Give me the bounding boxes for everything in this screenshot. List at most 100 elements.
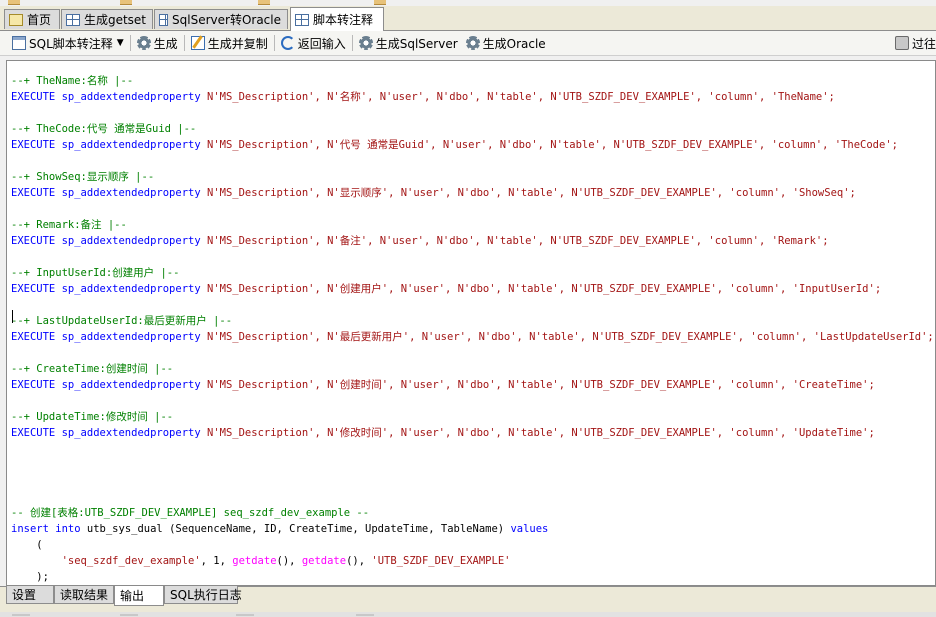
code-keyword: EXECUTE xyxy=(11,331,56,343)
toolbar-separator xyxy=(351,35,353,51)
generate-oracle-button[interactable]: 生成Oracle xyxy=(462,32,550,54)
caret-down-icon: ▼ xyxy=(116,38,124,48)
code-comment: --+ Remark:备注 |-- xyxy=(11,219,127,231)
tab-read-results-label: 读取结果 xyxy=(60,588,109,602)
code-comment: --+ InputUserId:创建用户 |-- xyxy=(11,267,180,279)
filter-button-label: 过往 xyxy=(911,36,936,51)
code-procedure: sp_addextendedproperty xyxy=(61,427,201,439)
code-function: getdate xyxy=(232,555,277,567)
bottom-strip xyxy=(0,612,936,617)
code-close-paren: ); xyxy=(11,571,49,583)
code-args: N'MS_Description', N'创建用户', N'user', N'd… xyxy=(200,283,882,295)
edit-icon xyxy=(190,36,205,50)
grid-icon xyxy=(295,13,309,26)
back-to-input-button[interactable]: 返回输入 xyxy=(277,32,350,54)
code-args: N'MS_Description', N'名称', N'user', N'dbo… xyxy=(200,91,835,103)
code-keyword: EXECUTE xyxy=(11,187,56,199)
code-procedure: sp_addextendedproperty xyxy=(61,139,201,151)
text-cursor xyxy=(12,310,13,323)
table-icon xyxy=(12,36,26,50)
mode-dropdown-label: SQL脚本转注释 xyxy=(29,36,113,51)
document-tab-bar: 首页 生成getset SqlServer转Oracle 脚本转注释 xyxy=(0,6,936,31)
code-string: 'seq_szdf_dev_example' xyxy=(61,555,201,567)
undo-icon xyxy=(280,36,295,50)
tab-sqlserver-to-oracle[interactable]: SqlServer转Oracle xyxy=(154,9,288,29)
code-args: N'MS_Description', N'最后更新用户', N'user', N… xyxy=(200,331,934,343)
code-keyword: EXECUTE xyxy=(11,427,56,439)
code-args: N'MS_Description', N'备注', N'user', N'dbo… xyxy=(200,235,829,247)
generate-sqlserver-button[interactable]: 生成SqlServer xyxy=(355,32,462,54)
code-args: N'MS_Description', N'创建时间', N'user', N'd… xyxy=(200,379,875,391)
code-string: 'UTB_SZDF_DEV_EXAMPLE' xyxy=(371,555,511,567)
toolbar: SQL脚本转注释 ▼ 生成 生成并复制 返回输入 生成SqlServer 生成O… xyxy=(0,31,936,56)
tab-sqlserver-to-oracle-label: SqlServer转Oracle xyxy=(172,13,281,27)
generate-button-label: 生成 xyxy=(153,36,178,51)
generate-copy-button[interactable]: 生成并复制 xyxy=(187,32,272,54)
code-keyword: into xyxy=(55,523,81,535)
gear-icon xyxy=(465,36,480,50)
bottom-tab-bar: 设置 读取结果 输出 SQL执行日志 xyxy=(0,586,936,617)
output-editor[interactable]: --+ TheName:名称 |-- EXECUTE sp_addextende… xyxy=(6,60,936,586)
code-procedure: sp_addextendedproperty xyxy=(61,91,201,103)
code-comment: -- 创建[表格:UTB_SZDF_DEV_EXAMPLE] seq_szdf_… xyxy=(11,507,370,519)
tab-script-to-comment[interactable]: 脚本转注释 xyxy=(290,7,384,31)
code-comment: --+ UpdateTime:修改时间 |-- xyxy=(11,411,174,423)
tab-sql-log[interactable]: SQL执行日志 xyxy=(164,586,242,604)
code-keyword: insert xyxy=(11,523,49,535)
gear-icon xyxy=(136,36,151,50)
code-comment: --+ ShowSeq:显示顺序 |-- xyxy=(11,171,155,183)
code-insert-target: utb_sys_dual (SequenceName, ID, CreateTi… xyxy=(80,523,511,535)
code-open-paren: ( xyxy=(11,539,43,551)
tab-generate-getset-label: 生成getset xyxy=(83,13,146,27)
toolbar-separator xyxy=(183,35,185,51)
code-punct: (), xyxy=(276,555,302,567)
home-icon xyxy=(9,13,23,26)
tab-script-to-comment-label: 脚本转注释 xyxy=(313,13,374,27)
code-procedure: sp_addextendedproperty xyxy=(61,235,201,247)
code-comment: --+ LastUpdateUserId:最后更新用户 |-- xyxy=(11,315,233,327)
gear-icon xyxy=(358,36,373,50)
code-comment: --+ CreateTime:创建时间 |-- xyxy=(11,363,174,375)
code-text: --+ TheName:名称 |-- EXECUTE sp_addextende… xyxy=(11,73,934,585)
tab-output-label: 输出 xyxy=(120,589,145,603)
code-keyword: EXECUTE xyxy=(11,379,56,391)
code-procedure: sp_addextendedproperty xyxy=(61,283,201,295)
code-comment: --+ TheCode:代号 通常是Guid |-- xyxy=(11,123,197,135)
tab-sql-log-label: SQL执行日志 xyxy=(170,588,242,602)
tab-read-results[interactable]: 读取结果 xyxy=(54,586,114,604)
generate-sqlserver-button-label: 生成SqlServer xyxy=(375,36,458,51)
generate-oracle-button-label: 生成Oracle xyxy=(482,36,546,51)
code-procedure: sp_addextendedproperty xyxy=(61,331,201,343)
generate-copy-button-label: 生成并复制 xyxy=(207,36,268,51)
tab-output[interactable]: 输出 xyxy=(114,586,164,606)
tab-home-label: 首页 xyxy=(27,13,52,27)
toolbar-separator xyxy=(129,35,131,51)
code-keyword: EXECUTE xyxy=(11,91,56,103)
code-comment: --+ TheName:名称 |-- xyxy=(11,75,134,87)
back-to-input-button-label: 返回输入 xyxy=(297,36,346,51)
printer-icon xyxy=(894,36,909,50)
code-punct: (), xyxy=(346,555,372,567)
tab-home[interactable]: 首页 xyxy=(4,9,60,29)
code-keyword: EXECUTE xyxy=(11,283,56,295)
code-keyword: EXECUTE xyxy=(11,139,56,151)
code-procedure: sp_addextendedproperty xyxy=(61,187,201,199)
code-function: getdate xyxy=(301,555,347,567)
code-args: N'MS_Description', N'修改时间', N'user', N'd… xyxy=(200,427,875,439)
mode-dropdown[interactable]: SQL脚本转注释 ▼ xyxy=(0,32,128,54)
grid-icon xyxy=(159,13,169,26)
tab-settings[interactable]: 设置 xyxy=(6,586,54,604)
code-args: N'MS_Description', N'代号 通常是Guid', N'user… xyxy=(200,139,898,151)
generate-button[interactable]: 生成 xyxy=(133,32,182,54)
code-procedure: sp_addextendedproperty xyxy=(61,379,201,391)
toolbar-separator xyxy=(273,35,275,51)
code-keyword: values xyxy=(510,523,549,535)
tab-generate-getset[interactable]: 生成getset xyxy=(61,9,153,29)
tab-settings-label: 设置 xyxy=(12,588,37,602)
code-keyword: EXECUTE xyxy=(11,235,56,247)
code-args: N'MS_Description', N'显示顺序', N'user', N'd… xyxy=(200,187,856,199)
code-punct: , 1, xyxy=(200,555,233,567)
filter-button[interactable]: 过往 xyxy=(891,32,936,54)
grid-icon xyxy=(66,13,80,26)
